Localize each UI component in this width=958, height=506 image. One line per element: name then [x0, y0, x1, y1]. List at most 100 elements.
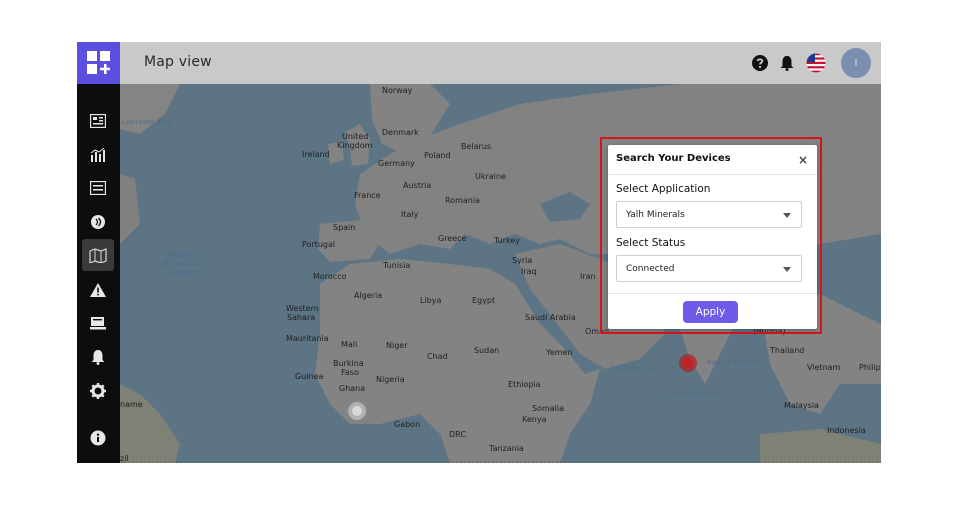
application-label: Select Application	[616, 183, 711, 195]
close-icon: ×	[797, 153, 809, 167]
map-label: Spain	[333, 223, 356, 232]
bell-icon	[91, 350, 105, 365]
device-icon	[90, 317, 106, 330]
map-label: Portugal	[302, 240, 336, 249]
map-label: Romania	[445, 196, 480, 205]
map-label: Yemen	[546, 348, 573, 357]
map-label: Denmark	[382, 128, 419, 137]
map-label: United	[342, 132, 369, 141]
map-label: Egypt	[472, 296, 496, 305]
map-label: Vietnam	[807, 363, 841, 372]
sidebar	[77, 42, 120, 463]
notifications-button[interactable]	[777, 53, 797, 73]
status-select-value: Connected	[626, 264, 675, 274]
map-label: Kenya	[522, 415, 547, 424]
map-label: Indonesia	[827, 426, 866, 435]
map-icon	[89, 248, 107, 263]
map-label: Niger	[386, 341, 408, 350]
application-select[interactable]: Yalh Minerals	[616, 201, 802, 228]
sidebar-item-notifications[interactable]	[82, 341, 114, 373]
sidebar-item-map[interactable]	[82, 239, 114, 271]
logo[interactable]	[77, 42, 120, 84]
gear-icon	[90, 383, 106, 399]
sidebar-item-settings[interactable]	[82, 375, 114, 407]
map-label: North	[168, 250, 196, 259]
map-label: Turkey	[494, 236, 521, 245]
sidebar-item-info[interactable]	[82, 422, 114, 454]
sidebar-item-analytics[interactable]	[82, 139, 114, 171]
popup-title: Search Your Devices	[616, 153, 731, 164]
map-label: zil	[120, 454, 129, 463]
bell-icon	[780, 56, 794, 71]
map-label: Tanzania	[489, 444, 524, 453]
map-label: Atlantic	[163, 259, 202, 268]
map-label: Kingdom	[337, 141, 373, 150]
map-label: Iran	[580, 272, 596, 281]
map-label: Laccadive Sea	[666, 390, 720, 398]
info-icon	[90, 430, 106, 446]
dashboard-icon	[90, 114, 106, 128]
avatar-initial: I	[854, 57, 858, 69]
map-label: Ocean	[168, 268, 199, 277]
header-bar: Map view I	[120, 42, 881, 84]
status-select[interactable]: Connected	[616, 255, 802, 282]
map-label: Ethiopia	[508, 380, 541, 389]
sidebar-item-list[interactable]	[82, 172, 114, 204]
map-label: Libya	[420, 296, 442, 305]
status-label: Select Status	[616, 237, 686, 249]
map-label: Ireland	[302, 150, 330, 159]
broadcast-icon	[91, 215, 105, 229]
map-label: Chad	[427, 352, 448, 361]
sidebar-item-broadcast[interactable]	[82, 206, 114, 238]
apply-button[interactable]: Apply	[683, 301, 738, 323]
app-window: Map view I Norway Labrador Sea United Ki…	[77, 42, 881, 463]
help-button[interactable]	[750, 53, 770, 73]
map-label: Sahara	[287, 313, 316, 322]
language-button[interactable]	[806, 53, 826, 73]
map-label: Syria	[512, 256, 533, 265]
map-label: Somalia	[532, 404, 565, 413]
chevron-down-icon	[783, 213, 791, 218]
avatar[interactable]: I	[841, 48, 871, 78]
map-label: Philip	[859, 363, 881, 372]
map-label: Gabon	[394, 420, 421, 429]
us-flag-icon	[806, 53, 826, 73]
map-label: Labrador Sea	[122, 118, 172, 126]
application-select-value: Yalh Minerals	[626, 210, 685, 220]
map-label: France	[354, 191, 381, 200]
device-marker[interactable]	[677, 352, 699, 374]
map-label: name	[120, 400, 143, 409]
popup-header: Search Your Devices ×	[608, 145, 817, 175]
map-label: Mali	[341, 340, 358, 349]
map-label: Bay of Bengal	[707, 358, 759, 366]
map-label: DRC	[449, 430, 466, 439]
map-label: Western	[286, 304, 319, 313]
grid-plus-icon	[86, 51, 110, 74]
map-label: Burkina	[333, 359, 364, 368]
sidebar-item-dashboard[interactable]	[82, 105, 114, 137]
map-label: Iraq	[521, 267, 537, 276]
map-label: Norway	[382, 86, 413, 95]
popup-divider	[608, 293, 817, 294]
alert-icon	[90, 283, 106, 297]
map-label: Thailand	[770, 346, 805, 355]
sidebar-item-alerts[interactable]	[82, 274, 114, 306]
close-button[interactable]: ×	[796, 153, 810, 167]
map-label: Poland	[424, 151, 451, 160]
device-marker[interactable]	[346, 400, 368, 422]
map-label: Greece	[438, 234, 467, 243]
map-label: Mauritania	[286, 334, 329, 343]
list-icon	[90, 181, 106, 195]
chevron-down-icon	[783, 267, 791, 272]
map-label: Faso	[341, 368, 359, 377]
analytics-icon	[90, 148, 105, 162]
map-label: Malaysia	[784, 401, 819, 410]
map-label: Arabian Sea	[611, 364, 656, 372]
map-label: Algeria	[354, 291, 383, 300]
map-label: Morocco	[313, 272, 347, 281]
map-label: Ukraine	[475, 172, 506, 181]
search-devices-popup: Search Your Devices × Select Application…	[608, 145, 817, 329]
question-circle-icon	[752, 55, 768, 71]
map-label: Germany	[378, 159, 415, 168]
sidebar-item-devices[interactable]	[82, 307, 114, 339]
